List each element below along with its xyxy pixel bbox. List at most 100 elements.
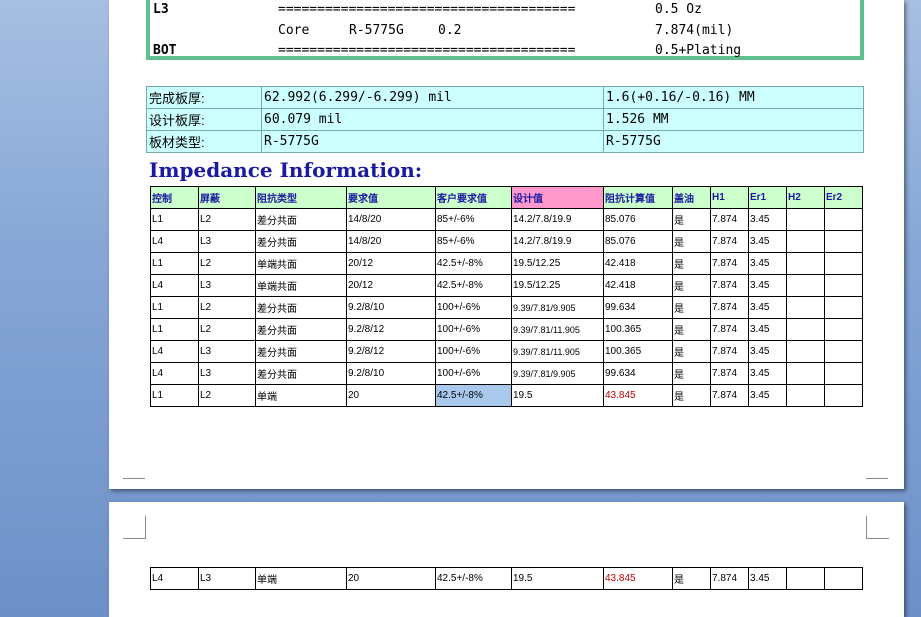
cell-er2 bbox=[824, 274, 863, 297]
cell-solder-mask: 是 bbox=[672, 567, 711, 590]
cell-er2 bbox=[824, 567, 863, 590]
cell-er2 bbox=[824, 208, 863, 231]
cell-design-value: 9.39/7.81/9.905 bbox=[511, 296, 604, 319]
header-customer-required: 客户要求值 bbox=[435, 186, 512, 209]
spec-row: 板材类型: R-5775G R-5775G bbox=[146, 130, 864, 153]
cell-design-value: 19.5/12.25 bbox=[511, 252, 604, 275]
cell-calculated-value: 42.418 bbox=[603, 252, 673, 275]
cell-customer-required: 42.5+/-8% bbox=[435, 384, 512, 407]
cell-h2 bbox=[786, 362, 825, 385]
spec-value-mil: 60.079 mil bbox=[261, 108, 604, 131]
cell-solder-mask: 是 bbox=[672, 384, 711, 407]
cell-h2 bbox=[786, 384, 825, 407]
spec-row: 完成板厚: 62.992(6.299/-6.299) mil 1.6(+0.16… bbox=[146, 86, 864, 109]
stackup-bar: ====================================== bbox=[278, 2, 576, 17]
cell-shield-layer: L3 bbox=[198, 340, 256, 363]
cell-h1: 7.874 bbox=[710, 384, 749, 407]
header-design: 设计值 bbox=[511, 186, 604, 209]
cell-calculated-value: 85.076 bbox=[603, 208, 673, 231]
cell-control-layer: L4 bbox=[150, 340, 199, 363]
cell-solder-mask: 是 bbox=[672, 340, 711, 363]
cell-control-layer: L1 bbox=[150, 296, 199, 319]
cell-solder-mask: 是 bbox=[672, 208, 711, 231]
cell-required-value: 9.2/8/12 bbox=[346, 318, 436, 341]
cell-h1: 7.874 bbox=[710, 274, 749, 297]
header-control: 控制 bbox=[150, 186, 199, 209]
cell-required-value: 14/8/20 bbox=[346, 230, 436, 253]
impedance-row: L4 L3 差分共面 14/8/20 85+/-6% 14.2/7.8/19.9 85.07… bbox=[150, 230, 863, 253]
cell-er2 bbox=[824, 384, 863, 407]
cell-er2 bbox=[824, 252, 863, 275]
impedance-row: L1 L2 差分共面 14/8/20 85+/-6% 14.2/7.8/19.9 85.07… bbox=[150, 208, 863, 231]
cell-required-value: 20 bbox=[346, 567, 436, 590]
cell-h1: 7.874 bbox=[710, 567, 749, 590]
cell-h1: 7.874 bbox=[710, 318, 749, 341]
cell-shield-layer: L2 bbox=[198, 384, 256, 407]
stackup-material: Core bbox=[278, 23, 310, 38]
cell-required-value: 9.2/8/10 bbox=[346, 362, 436, 385]
impedance-row: L1 L2 单端共面 20/12 42.5+/-8% 19.5/12.25 42.418 是 7… bbox=[150, 252, 863, 275]
cell-required-value: 20 bbox=[346, 384, 436, 407]
spec-label: 设计板厚: bbox=[146, 108, 262, 131]
stackup-value: 0.2 bbox=[438, 23, 462, 38]
cell-control-layer: L1 bbox=[150, 252, 199, 275]
board-specs-table: 完成板厚: 62.992(6.299/-6.299) mil 1.6(+0.16… bbox=[146, 86, 864, 153]
cell-h1: 7.874 bbox=[710, 230, 749, 253]
cell-calculated-value: 99.634 bbox=[603, 296, 673, 319]
cell-calculated-value: 100.365 bbox=[603, 340, 673, 363]
cell-er2 bbox=[824, 318, 863, 341]
cell-required-value: 9.2/8/10 bbox=[346, 296, 436, 319]
impedance-row: L4 L3 差分共面 9.2/8/10 100+/-6% 9.39/7.81/9.905 9… bbox=[150, 362, 863, 385]
cell-h2 bbox=[786, 252, 825, 275]
cell-h2 bbox=[786, 340, 825, 363]
cell-shield-layer: L2 bbox=[198, 296, 256, 319]
cell-customer-required: 85+/-6% bbox=[435, 230, 512, 253]
stackup-layer: L3 bbox=[153, 2, 169, 17]
cell-impedance-type: 差分共面 bbox=[255, 362, 347, 385]
cell-customer-required: 100+/-6% bbox=[435, 340, 512, 363]
spec-row: 设计板厚: 60.079 mil 1.526 MM bbox=[146, 108, 864, 131]
cell-impedance-type: 差分共面 bbox=[255, 230, 347, 253]
cell-design-value: 9.39/7.81/9.905 bbox=[511, 362, 604, 385]
cell-control-layer: L1 bbox=[150, 384, 199, 407]
impedance-table-continued: L4 L3 单端 20 42.5+/-8% 19.5 43.845 是 7.874 3.45 bbox=[150, 567, 863, 590]
cell-shield-layer: L2 bbox=[198, 252, 256, 275]
stackup-thickness: 0.5 Oz bbox=[655, 2, 702, 17]
impedance-heading: Impedance Information: bbox=[149, 158, 423, 182]
cell-shield-layer: L3 bbox=[198, 230, 256, 253]
cell-calculated-value: 43.845 bbox=[603, 384, 673, 407]
cell-impedance-type: 差分共面 bbox=[255, 340, 347, 363]
cell-solder-mask: 是 bbox=[672, 252, 711, 275]
cell-h2 bbox=[786, 274, 825, 297]
spec-value-mm: 1.6(+0.16/-0.16) MM bbox=[603, 86, 864, 109]
cell-design-value: 14.2/7.8/19.9 bbox=[511, 230, 604, 253]
page-corner-mark bbox=[866, 478, 888, 501]
cell-customer-required: 100+/-6% bbox=[435, 318, 512, 341]
document-page-1: L3 =====================================… bbox=[109, 0, 904, 489]
cell-solder-mask: 是 bbox=[672, 362, 711, 385]
stackup-thickness: 7.874(mil) bbox=[655, 23, 734, 38]
cell-solder-mask: 是 bbox=[672, 230, 711, 253]
stackup-spec: R-5775G bbox=[349, 23, 404, 38]
cell-shield-layer: L2 bbox=[198, 208, 256, 231]
cell-impedance-type: 单端共面 bbox=[255, 252, 347, 275]
impedance-row: L4 L3 差分共面 9.2/8/12 100+/-6% 9.39/7.81/11.905… bbox=[150, 340, 863, 363]
cell-h1: 7.874 bbox=[710, 340, 749, 363]
spec-label: 板材类型: bbox=[146, 130, 262, 153]
impedance-table: 控制 屏蔽 阻抗类型 要求值 客户要求值 设计值 阻抗计算值 盖油 H1 Er1 H2 Er2 L1 L… bbox=[150, 186, 863, 407]
cell-design-value: 14.2/7.8/19.9 bbox=[511, 208, 604, 231]
cell-impedance-type: 差分共面 bbox=[255, 296, 347, 319]
cell-required-value: 9.2/8/12 bbox=[346, 340, 436, 363]
cell-calculated-value: 100.365 bbox=[603, 318, 673, 341]
impedance-row: L4 L3 单端共面 20/12 42.5+/-8% 19.5/12.25 42.418 是 7… bbox=[150, 274, 863, 297]
cell-er2 bbox=[824, 296, 863, 319]
impedance-row: L4 L3 单端 20 42.5+/-8% 19.5 43.845 是 7.874 3.45 bbox=[150, 567, 863, 590]
cell-required-value: 20/12 bbox=[346, 274, 436, 297]
cell-design-value: 9.39/7.81/11.905 bbox=[511, 340, 604, 363]
cell-er1: 3.45 bbox=[748, 274, 787, 297]
cell-er1: 3.45 bbox=[748, 208, 787, 231]
cell-control-layer: L4 bbox=[150, 567, 199, 590]
cell-impedance-type: 单端 bbox=[255, 567, 347, 590]
header-calculated: 阻抗计算值 bbox=[603, 186, 673, 209]
cell-er1: 3.45 bbox=[748, 230, 787, 253]
